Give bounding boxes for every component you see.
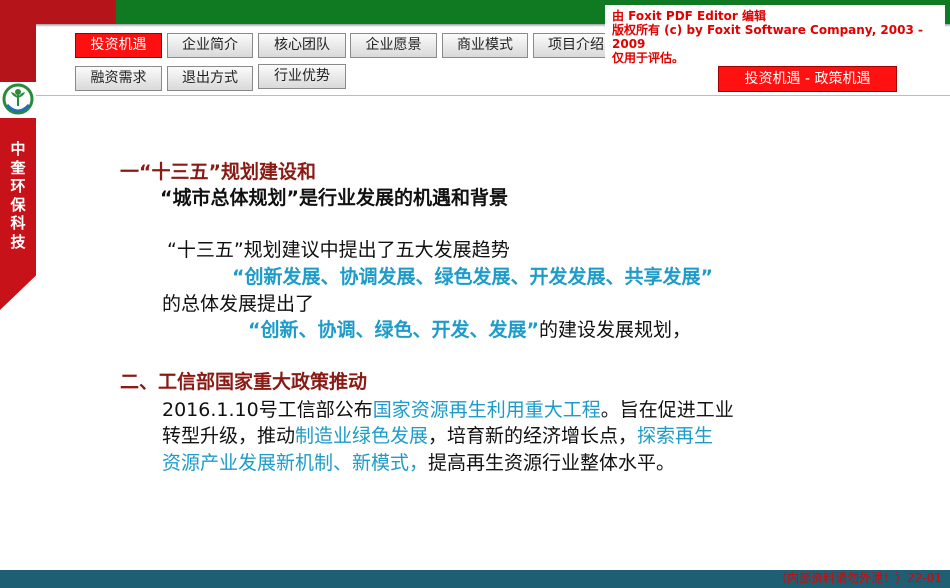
section2-line-3: 资源产业发展新机制、新模式，提高再生资源行业整体水平。 [162, 448, 675, 475]
section2-line-1: 2016.1.10号工信部公布国家资源再生利用重大工程。旨在促进工业 [162, 395, 734, 422]
paragraph-line-2: “创新发展、协调发展、绿色发展、开发发展、共享发展” [232, 266, 713, 288]
nav-investment-opportunity[interactable]: 投资机遇 [75, 33, 162, 58]
company-logo-icon [2, 83, 34, 115]
section2-title: 二、工信部国家重大政策推动 [120, 371, 368, 393]
text-segment: 提高再生资源行业整体水平。 [428, 452, 676, 474]
nav-core-team[interactable]: 核心团队 [258, 33, 346, 58]
footer-confidential-note: （内部资料请勿外泄！）22-01 [775, 571, 942, 585]
section2-line-2: 转型升级，推动制造业绿色发展，培育新的经济增长点，探索再生 [162, 421, 713, 448]
highlight-green-manufacturing: 制造业绿色发展 [295, 425, 429, 447]
nav-industry-advantage[interactable]: 行业优势 [258, 64, 346, 89]
nav-exit-strategy[interactable]: 退出方式 [167, 66, 253, 91]
watermark-line-3: 仅用于评估。 [612, 51, 685, 65]
paragraph-line-1: “十三五”规划建议中提出了五大发展趋势 [167, 239, 510, 261]
watermark-line-1: 由 Foxit PDF Editor 编辑 [612, 9, 767, 23]
text-segment: 。旨在促进工业 [600, 399, 734, 421]
planning-keywords: “创新、协调、绿色、开发、发展” [248, 319, 539, 341]
section1-title-line1: 一“十三五”规划建设和 [120, 161, 316, 183]
nav-financing-needs[interactable]: 融资需求 [75, 66, 162, 91]
highlight-new-mechanism: 资源产业发展新机制、新模式， [162, 452, 429, 474]
nav-divider [36, 95, 950, 96]
highlight-project: 国家资源再生利用重大工程 [372, 399, 601, 421]
paragraph-line-3: 的总体发展提出了 [162, 293, 315, 315]
watermark-line-2: 版权所有 (c) by Foxit Software Company, 2003… [612, 23, 923, 51]
breadcrumb: 投资机遇 - 政策机遇 [718, 66, 897, 92]
company-name-vertical: 中奎环保科技 [10, 140, 26, 251]
paragraph-line-4: “创新、协调、绿色、开发、发展”的建设发展规划， [248, 315, 691, 342]
text-segment: 转型升级，推动 [162, 425, 296, 447]
text-segment: ，培育新的经济增长点， [428, 425, 638, 447]
nav-company-profile[interactable]: 企业简介 [167, 33, 253, 58]
section1-title-line2: “城市总体规划”是行业发展的机遇和背景 [160, 187, 508, 209]
planning-suffix: 的建设发展规划， [538, 319, 691, 341]
nav-company-vision[interactable]: 企业愿景 [350, 33, 437, 58]
left-corner-block [0, 0, 36, 82]
highlight-explore: 探索再生 [637, 425, 714, 447]
foxit-watermark: 由 Foxit PDF Editor 编辑 版权所有 (c) by Foxit … [605, 5, 945, 65]
text-segment: 2016.1.10号工信部公布 [162, 399, 373, 421]
nav-business-model[interactable]: 商业模式 [442, 33, 528, 58]
